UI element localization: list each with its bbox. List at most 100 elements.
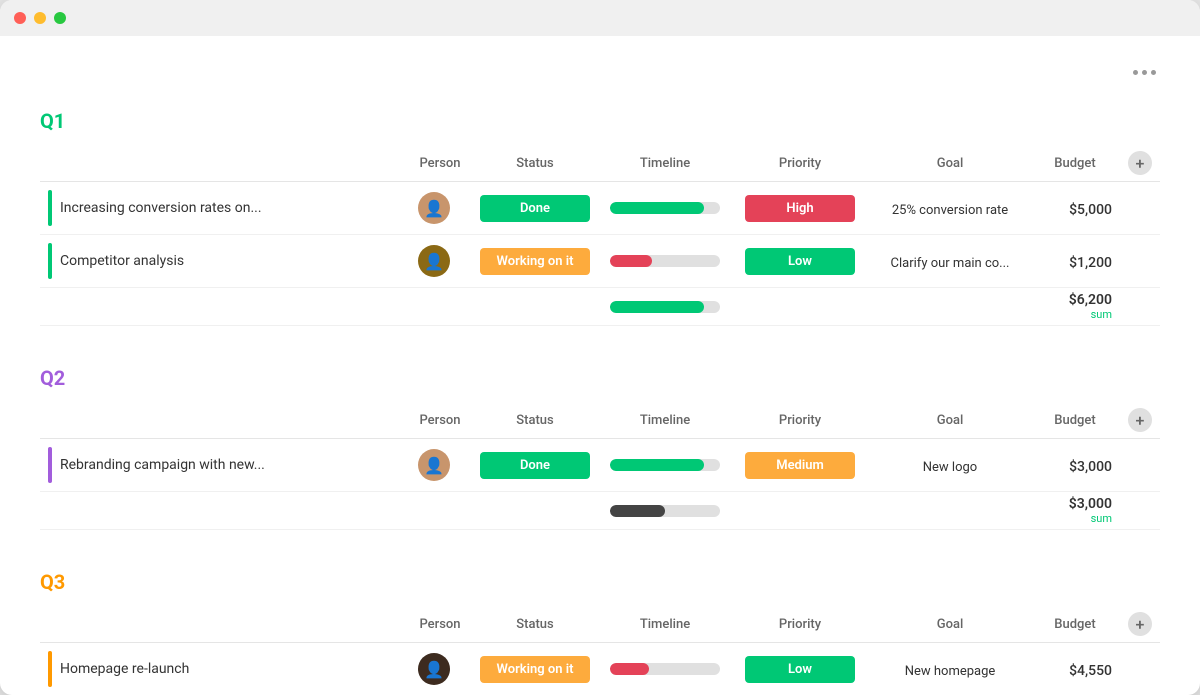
budget-cell: $4,550: [1030, 643, 1120, 695]
maximize-dot[interactable]: [54, 12, 66, 24]
sum-status-placeholder: [470, 492, 600, 530]
goal-cell: Clarify our main co...: [870, 235, 1030, 288]
add-row-button-q1[interactable]: +: [1128, 151, 1152, 175]
sum-goal-placeholder: [870, 492, 1030, 530]
sections-container: Q1 PersonStatusTimelinePriorityGoalBudget…: [40, 109, 1160, 695]
sum-timeline-cell: [600, 288, 730, 326]
timeline-cell: [600, 235, 730, 288]
task-name: Competitor analysis: [60, 253, 184, 269]
timeline-bar-fill: [610, 202, 704, 214]
sum-timeline-bar-container: [610, 505, 720, 517]
goal-text: Clarify our main co...: [891, 256, 1010, 271]
budget-cell: $3,000: [1030, 439, 1120, 492]
page-header: [40, 66, 1160, 79]
header-goal-q1: Goal: [870, 145, 1030, 182]
budget-cell: $5,000: [1030, 182, 1120, 235]
more-dot-1: [1133, 70, 1138, 75]
priority-badge[interactable]: Medium: [745, 452, 855, 479]
row-add-placeholder: [1120, 235, 1160, 288]
avatar: 👤: [418, 653, 450, 685]
more-dot-3: [1151, 70, 1156, 75]
section-label-q3: Q3: [40, 570, 1160, 594]
sum-task-placeholder: [40, 288, 410, 326]
priority-cell: Medium: [730, 439, 870, 492]
timeline-cell: [600, 643, 730, 695]
close-dot[interactable]: [14, 12, 26, 24]
priority-badge[interactable]: Low: [745, 656, 855, 683]
timeline-cell: [600, 182, 730, 235]
task-name: Rebranding campaign with new...: [60, 457, 265, 473]
sum-label: sum: [1038, 512, 1112, 525]
table-row: Homepage re-launch 👤 Working on it Low New h…: [40, 643, 1160, 695]
goal-text: New homepage: [905, 664, 996, 679]
timeline-bar-fill: [610, 459, 704, 471]
status-badge[interactable]: Done: [480, 452, 590, 479]
sum-task-placeholder: [40, 492, 410, 530]
sum-goal-placeholder: [870, 288, 1030, 326]
timeline-bar-fill: [610, 255, 652, 267]
header-add-q3: +: [1120, 606, 1160, 643]
section-label-q2: Q2: [40, 366, 1160, 390]
row-add-placeholder: [1120, 643, 1160, 695]
sum-person-placeholder: [410, 288, 470, 326]
sum-timeline-bar-fill: [610, 505, 665, 517]
sum-timeline-cell: [600, 492, 730, 530]
goal-text: New logo: [923, 460, 977, 475]
sum-add-placeholder: [1120, 492, 1160, 530]
minimize-dot[interactable]: [34, 12, 46, 24]
status-cell: Working on it: [470, 643, 600, 695]
sum-amount: $3,000: [1038, 496, 1112, 512]
table-q1: PersonStatusTimelinePriorityGoalBudget+I…: [40, 145, 1160, 326]
priority-badge[interactable]: Low: [745, 248, 855, 275]
avatar: 👤: [418, 245, 450, 277]
section-label-q1: Q1: [40, 109, 1160, 133]
timeline-bar-container: [610, 202, 720, 214]
header-task-q2: [40, 402, 410, 439]
status-badge[interactable]: Working on it: [480, 248, 590, 275]
add-row-button-q2[interactable]: +: [1128, 408, 1152, 432]
header-add-q2: +: [1120, 402, 1160, 439]
sum-budget-cell: $6,200sum: [1030, 288, 1120, 326]
person-cell: 👤: [410, 235, 470, 288]
section-q1: Q1 PersonStatusTimelinePriorityGoalBudget…: [40, 109, 1160, 326]
table-row: Competitor analysis 👤 Working on it Low Clar…: [40, 235, 1160, 288]
timeline-bar-container: [610, 663, 720, 675]
timeline-bar-container: [610, 255, 720, 267]
sum-add-placeholder: [1120, 288, 1160, 326]
header-timeline-q1: Timeline: [600, 145, 730, 182]
header-person-q3: Person: [410, 606, 470, 643]
sum-row: $6,200sum: [40, 288, 1160, 326]
table-row: Rebranding campaign with new...👤DoneMedi…: [40, 439, 1160, 492]
timeline-bar-fill: [610, 663, 649, 675]
priority-badge[interactable]: High: [745, 195, 855, 222]
header-add-q1: +: [1120, 145, 1160, 182]
header-status-q3: Status: [470, 606, 600, 643]
status-badge[interactable]: Done: [480, 195, 590, 222]
sum-row: $3,000sum: [40, 492, 1160, 530]
app-window: Q1 PersonStatusTimelinePriorityGoalBudget…: [0, 0, 1200, 695]
timeline-cell: [600, 439, 730, 492]
more-menu-button[interactable]: [1129, 66, 1160, 79]
add-row-button-q3[interactable]: +: [1128, 612, 1152, 636]
header-task-q3: [40, 606, 410, 643]
row-add-placeholder: [1120, 182, 1160, 235]
person-cell: 👤: [410, 643, 470, 695]
header-priority-q1: Priority: [730, 145, 870, 182]
sum-person-placeholder: [410, 492, 470, 530]
title-bar: [0, 0, 1200, 36]
table-q2: PersonStatusTimelinePriorityGoalBudget+R…: [40, 402, 1160, 530]
status-badge[interactable]: Working on it: [480, 656, 590, 683]
budget-cell: $1,200: [1030, 235, 1120, 288]
row-color-bar: [48, 190, 52, 226]
budget-text: $3,000: [1069, 459, 1112, 475]
header-status-q1: Status: [470, 145, 600, 182]
section-q2: Q2 PersonStatusTimelinePriorityGoalBudget…: [40, 366, 1160, 530]
status-cell: Done: [470, 182, 600, 235]
budget-text: $5,000: [1069, 202, 1112, 218]
status-cell: Done: [470, 439, 600, 492]
sum-timeline-bar-container: [610, 301, 720, 313]
header-priority-q2: Priority: [730, 402, 870, 439]
task-name: Homepage re-launch: [60, 661, 189, 677]
sum-priority-placeholder: [730, 492, 870, 530]
goal-cell: 25% conversion rate: [870, 182, 1030, 235]
